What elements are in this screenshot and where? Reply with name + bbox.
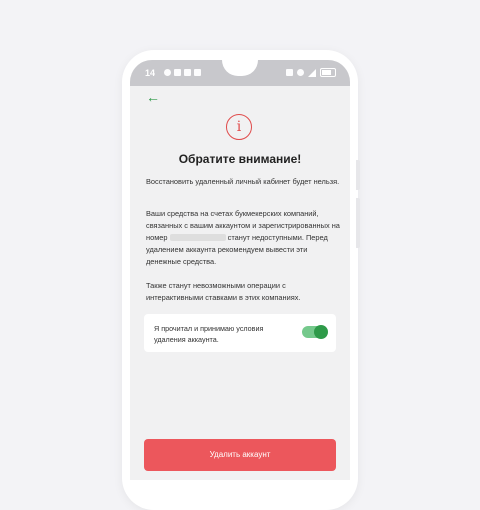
toggle-knob (314, 325, 328, 339)
wifi-icon (297, 69, 304, 76)
info-circle-icon: i (226, 114, 252, 140)
page-title: Обратите внимание! (178, 152, 302, 166)
signal-icon (308, 68, 316, 77)
notification-icons (164, 69, 201, 76)
media-notification-icon (184, 69, 191, 76)
volume-button (356, 160, 360, 190)
notification-icon (164, 69, 171, 76)
warning-paragraph-1: Восстановить удаленный личный кабинет бу… (146, 177, 340, 186)
arrow-left-icon[interactable]: ← (146, 90, 160, 104)
camera-notch (222, 60, 258, 76)
power-button (356, 198, 360, 248)
consent-card: Я прочитал и принимаю условия удаления а… (144, 314, 336, 352)
warning-paragraph-2: Ваши средства на счетах букмекерских ком… (146, 208, 341, 268)
consent-label: Я прочитал и принимаю условия удаления а… (154, 324, 264, 344)
warning-paragraph-3: Также станут невозможными операции с инт… (146, 281, 301, 302)
consent-toggle[interactable] (302, 325, 328, 339)
phone-screen: 14 ← i Обратите внимание! Восстановить у… (130, 60, 350, 480)
battery-icon (320, 68, 336, 77)
redacted-phone-number (169, 234, 226, 241)
status-bar: 14 (130, 60, 350, 86)
status-time: 14 (145, 68, 156, 78)
message-notification-icon (194, 69, 201, 76)
app-notification-icon (174, 69, 181, 76)
delete-account-button[interactable]: Удалить аккаунт (144, 439, 336, 471)
alarm-icon (286, 69, 293, 76)
system-icons (286, 68, 336, 77)
